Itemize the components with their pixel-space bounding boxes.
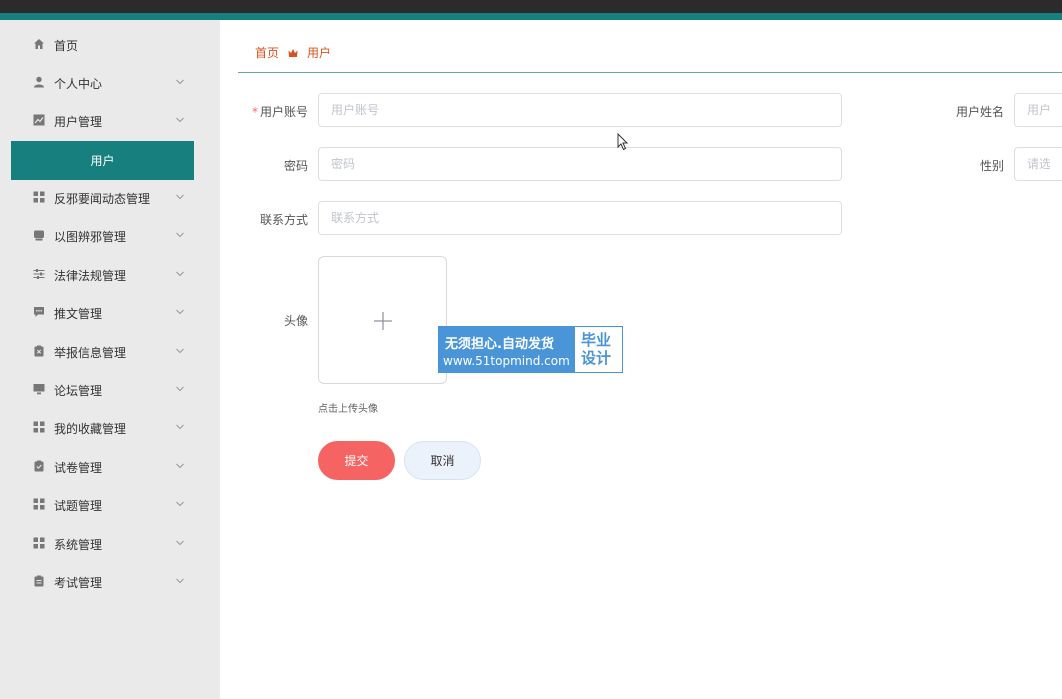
sidebar-item-posts[interactable]: 推文管理 (0, 294, 220, 332)
monitor-icon (33, 384, 45, 395)
image-icon (34, 230, 44, 241)
account-label: * 用户账号 (251, 105, 308, 119)
sidebar-item-label: 考试管理 (54, 576, 103, 590)
breadcrumb-home-link[interactable]: 首页 (255, 44, 279, 61)
contact-label: 联系方式 (259, 213, 308, 227)
user-icon (34, 76, 44, 88)
avatar-upload-tip: 点击上传头像 (318, 404, 378, 415)
sidebar-item-label: 以图辨邪管理 (54, 230, 127, 244)
sidebar-item-personal-center[interactable]: 个人中心 (0, 64, 220, 102)
sidebar-item-system[interactable]: 系统管理 (0, 525, 220, 563)
account-input[interactable] (318, 93, 842, 127)
cancel-button[interactable]: 取消 (404, 441, 481, 480)
chevron-down-icon (176, 501, 184, 507)
grid-icon (33, 191, 45, 203)
sidebar-item-label: 论坛管理 (54, 384, 103, 398)
clipboard-x-icon (34, 345, 44, 357)
clipboard-icon (34, 575, 44, 587)
chevron-down-icon (176, 271, 184, 277)
sidebar-item-label: 系统管理 (54, 538, 103, 552)
comment-icon (34, 307, 44, 317)
sidebar-item-label: 反邪要闻动态管理 (54, 192, 151, 206)
watermark-right-line1: 毕业 (581, 331, 612, 349)
gender-select[interactable] (1014, 147, 1062, 181)
chevron-down-icon (176, 540, 184, 546)
password-input[interactable] (318, 147, 842, 181)
sidebar-item-home[interactable]: 首页 (0, 26, 220, 64)
sidebar-item-anti-cult-news[interactable]: 反邪要闻动态管理 (0, 179, 220, 217)
avatar-label: 头像 (283, 314, 308, 328)
sidebar-item-label: 推文管理 (54, 307, 103, 321)
chevron-down-icon (176, 117, 184, 123)
grid-icon (33, 421, 45, 433)
chevron-down-icon (176, 386, 184, 392)
sidebar-item-exams[interactable]: 考试管理 (0, 563, 220, 601)
mouse-cursor-icon (617, 133, 629, 151)
chevron-down-icon (176, 232, 184, 238)
sidebar-item-image-identify[interactable]: 以图辨邪管理 (0, 217, 220, 255)
sidebar-item-label: 试题管理 (54, 499, 103, 513)
chevron-down-icon (176, 194, 184, 200)
sidebar-item-user-management[interactable]: 用户管理 (0, 102, 220, 140)
sidebar-item-questions[interactable]: 试题管理 (0, 486, 220, 524)
sidebar-item-label: 试卷管理 (54, 461, 103, 475)
window-top-bar (0, 0, 1062, 13)
chart-icon (33, 114, 45, 126)
watermark-line1: 无须担心.自动发货 (445, 337, 554, 352)
sidebar-item-forum[interactable]: 论坛管理 (0, 371, 220, 409)
contact-input[interactable] (318, 201, 842, 235)
watermark-right: 毕业 设计 (575, 327, 622, 372)
watermark-left: 无须担心.自动发货 www.51topmind.com (439, 327, 575, 372)
password-label: 密码 (283, 159, 308, 173)
chevron-down-icon (176, 463, 184, 469)
sidebar-item-label: 用户管理 (54, 115, 103, 129)
chevron-down-icon (176, 79, 184, 85)
sidebar-item-label: 首页 (54, 39, 79, 53)
crown-icon (288, 48, 298, 57)
sidebar-item-reports[interactable]: 举报信息管理 (0, 333, 220, 371)
submenu-item-user[interactable]: 用户 (11, 141, 194, 180)
clipboard-check-icon (34, 460, 44, 472)
sliders-icon (33, 269, 45, 279)
watermark-overlay: 无须担心.自动发货 www.51topmind.com 毕业 设计 (438, 326, 623, 373)
sidebar: 首页 个人中心 用户管理 用户 反邪要闻动态管理 以图辨邪管理 法律法规管理 推… (0, 20, 220, 699)
sidebar-item-favorites[interactable]: 我的收藏管理 (0, 409, 220, 447)
chevron-down-icon (176, 578, 184, 584)
grid-icon (33, 498, 45, 510)
submit-button[interactable]: 提交 (318, 441, 395, 480)
sidebar-item-label: 我的收藏管理 (54, 422, 127, 436)
name-label: 用户姓名 (955, 105, 1004, 119)
grid-icon (33, 537, 45, 549)
sidebar-item-laws[interactable]: 法律法规管理 (0, 256, 220, 294)
name-input[interactable] (1014, 93, 1062, 127)
breadcrumb: 首页 用户 (255, 44, 331, 61)
avatar-upload[interactable] (318, 256, 447, 384)
sidebar-item-label: 法律法规管理 (54, 269, 127, 283)
chevron-down-icon (176, 309, 184, 315)
sidebar-item-label: 个人中心 (54, 77, 103, 91)
home-icon (34, 39, 44, 49)
chevron-down-icon (176, 348, 184, 354)
watermark-line2: www.51topmind.com (443, 354, 570, 368)
chevron-down-icon (176, 424, 184, 430)
watermark-right-line2: 设计 (581, 349, 612, 367)
plus-icon (374, 312, 392, 330)
gender-label: 性别 (979, 159, 1004, 173)
sidebar-item-label: 举报信息管理 (54, 346, 127, 360)
breadcrumb-current: 用户 (307, 46, 332, 60)
header-accent-bar (0, 13, 1062, 20)
required-mark: * (251, 105, 258, 119)
sidebar-item-papers[interactable]: 试卷管理 (0, 448, 220, 486)
breadcrumb-divider (238, 72, 1062, 73)
